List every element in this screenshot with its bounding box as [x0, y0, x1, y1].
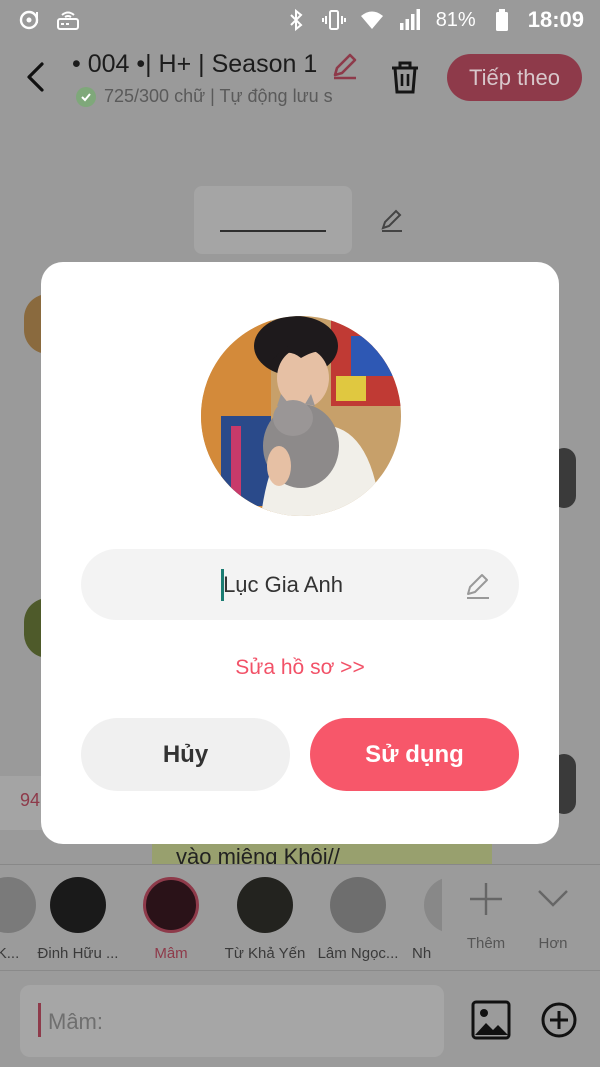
character-name-value: Lục Gia Anh: [223, 572, 343, 597]
character-name: Nh: [412, 945, 432, 962]
pencil-icon[interactable]: [378, 206, 406, 234]
battery-percent: 81%: [435, 8, 476, 31]
plus-icon: [470, 883, 502, 915]
edit-profile-link[interactable]: Sửa hồ sơ >>: [41, 656, 559, 680]
avatar: [424, 877, 442, 933]
clock: 18:09: [527, 7, 584, 32]
word-count-text: 725/300 chữ | Tự động lưu s: [104, 86, 333, 106]
avatar: [330, 877, 386, 933]
wifi-router-icon: [57, 11, 79, 30]
avatar: [50, 877, 106, 933]
wifi-icon: [360, 11, 383, 29]
image-icon[interactable]: [470, 999, 512, 1041]
chapter-name-box[interactable]: [194, 186, 352, 254]
cancel-button[interactable]: Hủy: [81, 718, 290, 791]
message-input[interactable]: Mâm:: [20, 985, 444, 1057]
character-name: Mâm: [154, 945, 188, 962]
character-item-selected[interactable]: Mâm: [121, 877, 221, 962]
character-dialog: Lục Gia Anh Sửa hồ sơ >> Hủy Sử dụng: [41, 262, 559, 844]
top-bar: • 004 •| H+ | Season 1 725/300 chữ | Tự …: [0, 42, 600, 114]
add-label: Thêm: [466, 935, 506, 952]
add-circle-icon[interactable]: [540, 1001, 578, 1039]
back-arrow-icon[interactable]: [20, 58, 54, 96]
add-character-button[interactable]: Thêm: [451, 879, 521, 952]
text-caret: [221, 569, 224, 601]
character-item[interactable]: Từ Khả Yến: [215, 877, 315, 962]
pencil-icon[interactable]: [330, 51, 360, 81]
character-name: Từ Khả Yến: [224, 945, 306, 962]
vibrate-icon: [321, 10, 346, 30]
sync-icon: [19, 10, 39, 30]
pencil-icon[interactable]: [463, 571, 493, 601]
chapter-name-underline: [220, 230, 326, 232]
character-name: Đinh Hữu ...: [37, 945, 119, 962]
character-item[interactable]: Đinh Hữu ...: [28, 877, 128, 962]
signal-icon: [399, 9, 420, 30]
character-bar: K... Đinh Hữu ... Mâm Từ Khả Yến Lâm Ngọ…: [0, 864, 600, 970]
status-bar: 81% 18:09: [0, 0, 600, 42]
chevron-down-icon: [538, 890, 568, 907]
profile-photo[interactable]: [201, 316, 401, 516]
save-status: 725/300 chữ | Tự động lưu s: [76, 86, 364, 107]
message-placeholder: Mâm:: [48, 1009, 103, 1034]
text-caret: [38, 1003, 41, 1037]
avatar: [143, 877, 199, 933]
profile-photo-image: [201, 316, 401, 516]
check-icon: [76, 86, 96, 107]
composer: Mâm:: [0, 970, 600, 1067]
next-button[interactable]: Tiếp theo: [447, 54, 582, 101]
trash-icon[interactable]: [386, 58, 424, 96]
more-label: Hơn: [538, 935, 568, 952]
battery-icon: [495, 9, 508, 31]
character-name: Lâm Ngọc...: [317, 945, 399, 962]
use-button[interactable]: Sử dụng: [310, 718, 519, 791]
avatar: [237, 877, 293, 933]
character-name-field[interactable]: Lục Gia Anh: [81, 549, 519, 620]
bluetooth-icon: [289, 8, 303, 32]
chapter-title[interactable]: • 004 •| H+ | Season 1: [72, 50, 317, 79]
character-item[interactable]: Lâm Ngọc...: [308, 877, 408, 962]
character-item[interactable]: Nh: [402, 877, 442, 962]
message-card-text: 94: [20, 790, 41, 810]
more-button[interactable]: Hơn: [518, 879, 588, 952]
